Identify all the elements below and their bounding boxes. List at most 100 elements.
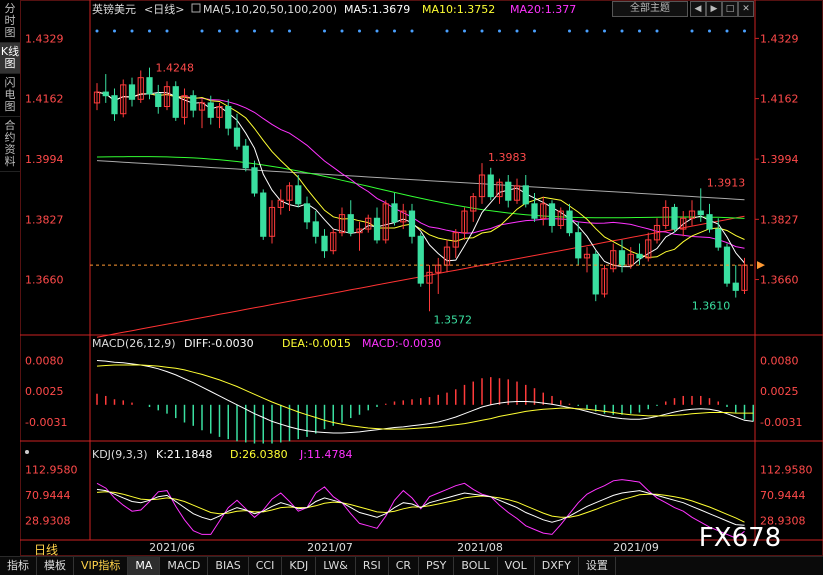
macd-value: MACD:-0.0030	[362, 337, 441, 350]
price-tick-right: 1.3660	[760, 274, 799, 287]
macd-tick-left: 0.0025	[25, 385, 64, 398]
signal-dot	[410, 29, 414, 33]
candle-body	[242, 145, 249, 169]
signal-dot	[480, 29, 484, 33]
indicator-tab-9[interactable]: RSI	[356, 557, 389, 575]
signal-dot	[288, 29, 291, 33]
candle-body	[618, 250, 626, 266]
macd-tick-left: -0.0031	[25, 416, 67, 429]
signal-dot	[340, 29, 344, 33]
candle-body	[260, 192, 267, 237]
left-arrow-icon[interactable]: ◀	[690, 1, 706, 17]
indicator-tab-11[interactable]: PSY	[419, 557, 455, 575]
candle-body	[295, 185, 302, 205]
candle-body	[417, 235, 424, 284]
indicator-tab-0[interactable]: 指标	[0, 557, 37, 575]
candle-body	[207, 102, 214, 118]
close-icon[interactable]: ✕	[738, 1, 754, 17]
kdj-j-line	[96, 479, 745, 539]
x-axis-label: 2021/09	[613, 541, 659, 554]
annotation-low: 1.3610	[692, 300, 731, 313]
signal-dot	[235, 29, 239, 33]
candle-body	[548, 203, 556, 226]
sidebar-tab-0[interactable]: 分时图	[0, 0, 20, 43]
ma5-value: MA5:1.3679	[344, 3, 410, 16]
indicator-tab-15[interactable]: 设置	[579, 557, 616, 575]
ma10-value: MA10:1.3752	[422, 3, 495, 16]
ma20-value: MA20:1.377	[510, 3, 576, 16]
signal-dot	[375, 29, 379, 33]
sidebar-tab-3[interactable]: 合约资料	[0, 117, 20, 172]
signal-dot	[515, 29, 519, 33]
price-tick-left: 1.4329	[25, 32, 64, 45]
candle-body	[312, 221, 319, 237]
indicator-tab-12[interactable]: BOLL	[454, 557, 498, 575]
candle-body	[251, 167, 258, 194]
candle-body	[487, 174, 494, 198]
candle-body	[347, 214, 354, 234]
candle-body	[636, 253, 643, 259]
candle-body	[715, 228, 722, 248]
kdj-d-line	[96, 491, 745, 523]
signal-dot	[148, 29, 151, 33]
indicator-tab-6[interactable]: CCI	[249, 557, 283, 575]
signal-dot	[95, 29, 99, 33]
signal-dot	[113, 29, 116, 33]
signal-dot	[270, 29, 274, 33]
indicator-toolbar: 指标 模板 VIP指标 MA MACD BIAS CCI KDJ LW& RSI CR PSY BOLL…	[0, 556, 823, 575]
macd-tick-right: 0.0025	[760, 385, 799, 398]
chart-area[interactable]: 英镑美元 <日线> MA(5,10,20,50,100,200) MA5:1.3679…	[20, 0, 823, 556]
indicator-tab-8[interactable]: LW&	[316, 557, 356, 575]
candle-body	[408, 210, 416, 237]
signal-dot	[708, 29, 711, 33]
macd-dea-value: DEA:-0.0015	[282, 337, 351, 350]
candle-body	[732, 282, 739, 291]
topic-button[interactable]: 全部主题	[612, 1, 688, 17]
indicator-tab-13[interactable]: VOL	[498, 557, 535, 575]
signal-dot	[498, 29, 501, 33]
candle-body	[505, 181, 512, 201]
price-tick-left: 1.4162	[25, 93, 64, 106]
indicator-tab-10[interactable]: CR	[389, 557, 420, 575]
indicator-tab-1[interactable]: 模板	[37, 557, 74, 575]
macd-diff-value: DIFF:-0.0030	[184, 337, 254, 350]
current-price-marker	[757, 261, 765, 270]
candle-body	[303, 203, 311, 223]
kdj-tick-left: 28.9308	[25, 514, 71, 527]
indicator-tab-14[interactable]: DXFY	[535, 557, 579, 575]
candle-body	[531, 203, 538, 219]
signal-dot	[638, 29, 641, 33]
price-tick-right: 1.3994	[760, 153, 799, 166]
kdj-k-line	[96, 488, 745, 526]
signal-dot	[655, 29, 659, 33]
annotation-high: 1.4248	[156, 62, 195, 75]
signal-dot	[130, 29, 134, 33]
indicator-tab-4[interactable]: MACD	[160, 557, 209, 575]
signal-dot	[358, 29, 361, 33]
kdj-settings-icon	[25, 450, 29, 454]
signal-dot	[445, 29, 449, 33]
right-arrow-icon[interactable]: ▶	[706, 1, 722, 17]
price-tick-right: 1.4162	[760, 93, 799, 106]
indicator-tab-2[interactable]: VIP指标	[74, 557, 129, 575]
signal-dot	[585, 29, 589, 33]
kdj-tick-left: 112.9580	[25, 463, 78, 476]
x-axis-label: 2021/08	[457, 541, 503, 554]
candle-body	[102, 91, 109, 97]
ma100-line	[96, 160, 745, 201]
indicator-tab-5[interactable]: BIAS	[208, 557, 249, 575]
kdj-d-value: D:26.0380	[230, 448, 288, 461]
sidebar-tab-1[interactable]: K线图	[0, 43, 20, 74]
indicator-tab-3[interactable]: MA	[128, 557, 161, 575]
signal-dot	[393, 29, 396, 33]
sidebar: 分时图 K线图 闪电图 合约资料	[0, 0, 21, 556]
indicator-tab-7[interactable]: KDJ	[282, 557, 317, 575]
maximize-icon[interactable]: □	[722, 1, 738, 17]
ma20-line	[96, 91, 745, 249]
price-tick-right: 1.3827	[760, 213, 799, 226]
signal-dot	[200, 29, 204, 33]
candle-body	[321, 235, 328, 252]
candle-body	[697, 210, 704, 216]
candle-body	[522, 185, 529, 205]
sidebar-tab-2[interactable]: 闪电图	[0, 74, 20, 117]
